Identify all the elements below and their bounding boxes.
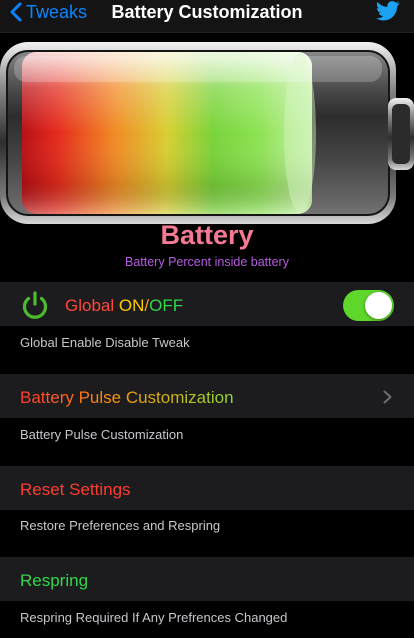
battery-subtitle: Battery Percent inside battery	[125, 255, 289, 269]
page-title: Battery Customization	[111, 2, 303, 22]
global-footer: Global Enable Disable Tweak	[20, 335, 190, 350]
battery-graphic	[0, 42, 414, 224]
battery-pulse-label-text: Battery Pulse Customization	[20, 388, 234, 407]
chevron-right-icon	[383, 390, 392, 404]
respring-footer: Respring Required If Any Prefrences Chan…	[20, 610, 288, 625]
respring-row[interactable]: Respring	[0, 557, 414, 601]
navigation-bar: Tweaks Battery Customization	[0, 0, 414, 33]
global-label: Global ON/OFF	[65, 296, 183, 316]
battery-header: Battery Battery Percent inside battery	[0, 34, 414, 272]
global-toggle-switch[interactable]	[343, 290, 394, 321]
global-label-on: ON	[118, 296, 145, 315]
reset-settings-label: Reset Settings	[20, 480, 131, 499]
battery-pulse-footer: Battery Pulse Customization	[20, 427, 184, 442]
reset-settings-footer: Restore Preferences and Respring	[20, 518, 221, 533]
power-icon	[22, 291, 48, 319]
global-toggle-row: Global ON/OFF	[0, 282, 414, 326]
battery-pulse-row[interactable]: Battery Pulse Customization	[0, 374, 414, 418]
respring-label: Respring	[20, 571, 89, 590]
battery-pulse-label: Battery Pulse Customization	[20, 388, 234, 408]
battery-title: Battery	[160, 220, 254, 250]
global-label-prefix: Global	[65, 296, 119, 315]
toggle-knob	[365, 292, 392, 319]
twitter-icon[interactable]	[376, 0, 400, 22]
global-label-off: OFF	[149, 296, 184, 315]
reset-settings-row[interactable]: Reset Settings	[0, 466, 414, 510]
